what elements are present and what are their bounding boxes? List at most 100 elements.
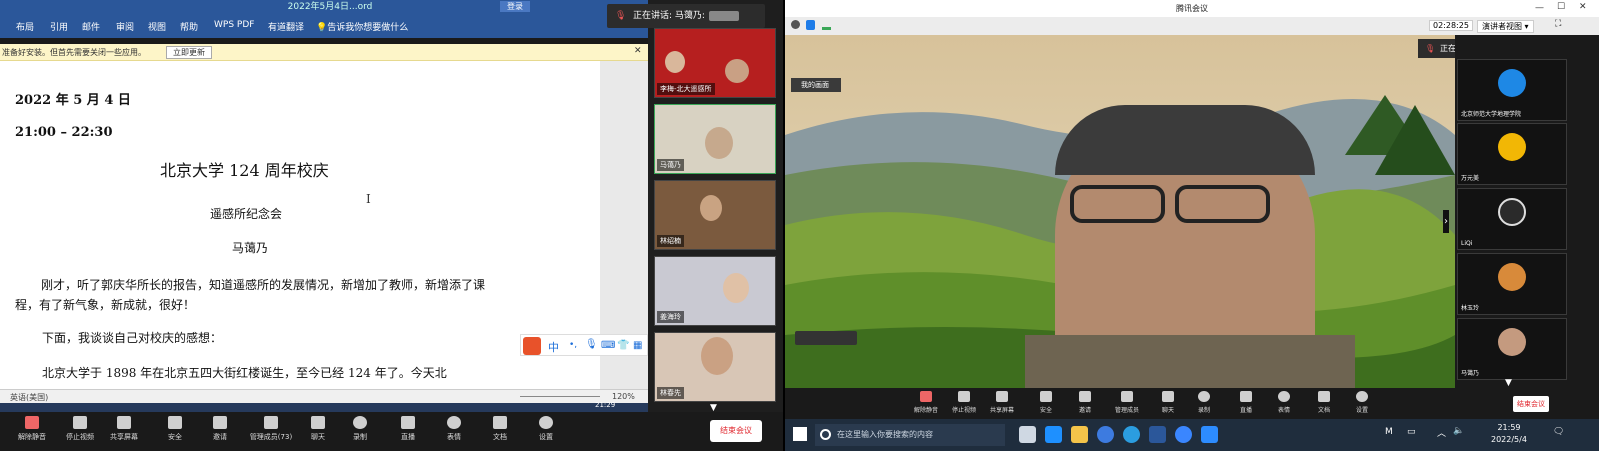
punctuation-icon[interactable]: •, — [569, 340, 577, 350]
invite-button[interactable]: 邀请 — [200, 416, 240, 442]
chat-button[interactable]: 聊天 — [1151, 391, 1185, 414]
avatar — [1498, 69, 1526, 97]
tell-me-search[interactable]: 💡告诉我你想要做什么 — [316, 20, 408, 33]
live-button[interactable]: 直播 — [388, 416, 428, 442]
participant-tile[interactable]: 林绍楠 — [654, 180, 776, 250]
security-button[interactable]: 安全 — [155, 416, 195, 442]
chat-button[interactable]: 聊天 — [298, 416, 338, 442]
record-button[interactable]: 录制 — [1187, 391, 1221, 414]
doc-date: 2022 年 5 月 4 日 — [15, 93, 131, 108]
screen-icon[interactable]: ▭ — [1407, 427, 1416, 437]
video-controls[interactable] — [795, 331, 857, 345]
emoji-button[interactable]: 表情 — [1267, 391, 1301, 414]
file-explorer-icon[interactable] — [1071, 426, 1088, 443]
toolbar-label: 直播 — [1239, 407, 1252, 414]
notification-icon[interactable]: 🗨 — [1553, 427, 1564, 437]
edge-icon[interactable] — [1123, 426, 1140, 443]
tray-expand-icon[interactable]: ︿ — [1437, 426, 1446, 439]
participant-tile[interactable]: 马蔼乃 — [1457, 318, 1567, 380]
settings-button[interactable]: 设置 — [526, 416, 566, 442]
share-screen-button[interactable]: 共享屏幕 — [985, 391, 1019, 414]
shield-icon[interactable] — [806, 20, 815, 30]
main-video[interactable]: 我的画面 — [785, 35, 1455, 388]
info-icon[interactable] — [791, 20, 800, 29]
tab-view[interactable]: 视图 — [148, 20, 166, 33]
record-button[interactable]: 录制 — [340, 416, 380, 442]
notice-text: 准备好安装。但首先需要关闭一些应用。 — [2, 48, 146, 57]
participant-tile[interactable]: 万元美 — [1457, 123, 1567, 185]
participant-tile[interactable]: 林玉玲 — [1457, 253, 1567, 315]
unmute-button[interactable]: 解除静音 — [909, 391, 943, 414]
zoom-slider[interactable] — [520, 396, 600, 397]
tab-mailings[interactable]: 邮件 — [82, 20, 100, 33]
tab-review[interactable]: 审阅 — [116, 20, 134, 33]
language-status[interactable]: 英语(美国) — [10, 392, 48, 403]
sogou-icon[interactable] — [523, 337, 541, 355]
settings-app-icon[interactable] — [1175, 426, 1192, 443]
manage-members-button[interactable]: 管理成员 — [1107, 391, 1147, 414]
emoji-button[interactable]: 表情 — [434, 416, 474, 442]
docs-button[interactable]: 文档 — [480, 416, 520, 442]
keyboard-icon[interactable]: ⌨ — [601, 340, 615, 351]
participant-tile[interactable]: 北京师范大学地理学院 — [1457, 59, 1567, 121]
unmute-button[interactable]: 解除静音 — [12, 416, 52, 442]
tab-help[interactable]: 帮助 — [180, 20, 198, 33]
participant-name: 北京师范大学地理学院 — [1461, 111, 1522, 118]
participant-tile[interactable]: 林春先 — [654, 332, 776, 402]
mail-icon[interactable] — [1045, 426, 1062, 443]
close-icon[interactable]: ✕ — [1579, 2, 1587, 12]
view-mode-button[interactable]: 演讲者视图 ▾ — [1477, 20, 1534, 33]
windows-start-icon[interactable] — [793, 427, 807, 441]
update-now-button[interactable]: 立即更新 — [166, 46, 212, 59]
taskbar-clock[interactable]: 21:59 2022/5/4 — [1491, 422, 1527, 446]
skin-icon[interactable]: 👕 — [617, 340, 629, 351]
toolbar-label: 文档 — [493, 433, 507, 441]
tab-wps-pdf[interactable]: WPS PDF — [214, 20, 254, 30]
document-page[interactable]: 2022 年 5 月 4 日 21:00 – 22:30 北京大学 124 周年… — [0, 61, 600, 389]
tencent-meeting-icon[interactable] — [1201, 426, 1218, 443]
app-icon[interactable] — [1097, 426, 1114, 443]
task-view-icon[interactable] — [1019, 426, 1036, 443]
participant-tile[interactable]: 李梅-北大遥感所 — [654, 28, 776, 98]
close-icon[interactable]: ✕ — [634, 46, 642, 56]
glasses — [1070, 185, 1165, 223]
end-meeting-button[interactable]: 结束会议 — [1513, 396, 1549, 412]
ime-indicator[interactable]: M — [1385, 427, 1393, 437]
live-button[interactable]: 直播 — [1229, 391, 1263, 414]
share-screen-button[interactable]: 共享屏幕 — [104, 416, 144, 442]
fullscreen-icon[interactable]: ⛶ — [1555, 19, 1561, 29]
word-icon[interactable] — [1149, 426, 1166, 443]
toolbar-label: 安全 — [1039, 407, 1052, 414]
self-view-tag[interactable]: 我的画面 — [791, 78, 841, 92]
ime-chinese-icon[interactable]: 中 — [548, 339, 559, 355]
security-button[interactable]: 安全 — [1029, 391, 1063, 414]
minimize-icon[interactable]: — — [1535, 3, 1544, 13]
participant-tile[interactable]: 姜海玲 — [654, 256, 776, 326]
volume-icon[interactable]: 🔈 — [1453, 426, 1464, 436]
toolbox-icon[interactable]: ▦ — [633, 340, 642, 351]
stop-video-button[interactable]: 停止视频 — [947, 391, 981, 414]
members-icon — [1121, 391, 1133, 402]
microphone-icon[interactable]: 🎙 — [585, 339, 598, 350]
participant-tile-active[interactable]: 马蔼乃 — [654, 104, 776, 174]
tab-youdao[interactable]: 有道翻译 — [268, 20, 304, 33]
stop-video-button[interactable]: 停止视频 — [60, 416, 100, 442]
ime-toolbar[interactable]: 中 •, 🎙 ⌨ 👕 ▦ — [520, 334, 648, 356]
signal-icon[interactable] — [822, 21, 831, 30]
login-button[interactable]: 登录 — [500, 1, 530, 12]
manage-members-button[interactable]: 管理成员(73) — [246, 416, 296, 442]
chevron-right-icon[interactable]: › — [1443, 210, 1449, 233]
meeting-timer: 02:28:25 — [1429, 20, 1473, 31]
invite-button[interactable]: 邀请 — [1068, 391, 1102, 414]
participant-tile[interactable]: LiQi — [1457, 188, 1567, 250]
taskbar-search[interactable]: 在这里输入你要搜索的内容 — [815, 424, 1005, 446]
zoom-level[interactable]: 120% — [612, 392, 635, 401]
lightbulb-icon: 💡 — [316, 23, 328, 33]
chevron-down-icon[interactable]: ▼ — [1505, 378, 1512, 388]
settings-button[interactable]: 设置 — [1345, 391, 1379, 414]
maximize-icon[interactable]: ☐ — [1557, 2, 1565, 12]
tab-layout[interactable]: 布局 — [16, 20, 34, 33]
tab-references[interactable]: 引用 — [50, 20, 68, 33]
docs-button[interactable]: 文档 — [1307, 391, 1341, 414]
end-meeting-button[interactable]: 结束会议 — [710, 420, 762, 442]
